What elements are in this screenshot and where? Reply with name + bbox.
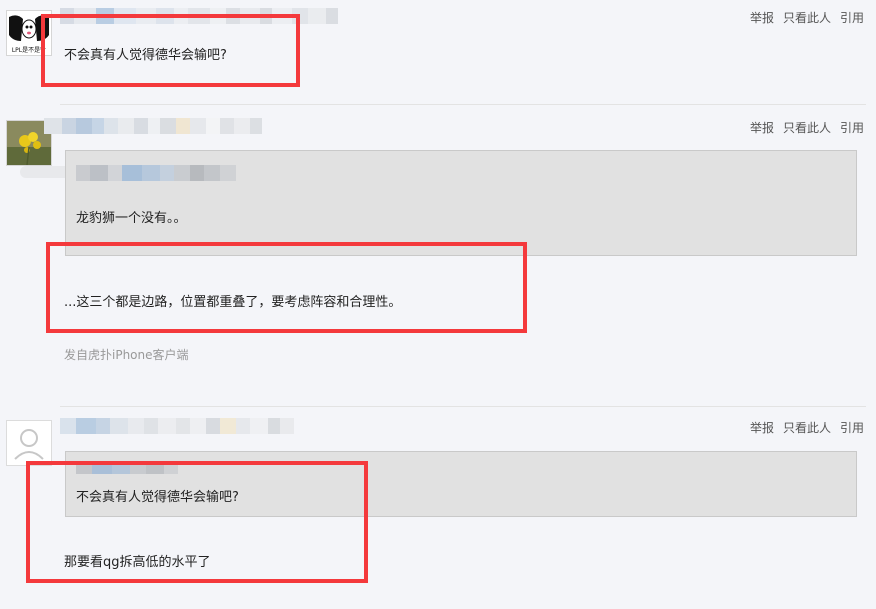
highlight-box: [26, 461, 368, 583]
only-this-user-link[interactable]: 只看此人: [783, 121, 831, 135]
username-blurred[interactable]: [60, 418, 294, 434]
quote-link[interactable]: 引用: [840, 121, 864, 135]
quoted-author-blurred[interactable]: [76, 165, 236, 181]
post-actions: 举报 只看此人 引用: [741, 119, 864, 136]
post-divider: [60, 104, 866, 105]
highlight-box: [41, 14, 300, 87]
client-source: 发自虎扑iPhone客户端: [64, 348, 189, 362]
quote-text: 龙豹狮一个没有。。: [76, 211, 187, 226]
report-link[interactable]: 举报: [750, 421, 774, 435]
post-divider: [60, 406, 866, 407]
quote-link[interactable]: 引用: [840, 11, 864, 25]
username-blurred[interactable]: [44, 118, 262, 134]
report-link[interactable]: 举报: [750, 121, 774, 135]
default-user-icon: [7, 421, 51, 465]
report-link[interactable]: 举报: [750, 11, 774, 25]
post-actions: 举报 只看此人 引用: [741, 9, 864, 26]
highlight-box: [46, 242, 527, 333]
only-this-user-link[interactable]: 只看此人: [783, 421, 831, 435]
post-actions: 举报 只看此人 引用: [741, 419, 864, 436]
quote-block: 龙豹狮一个没有。。: [65, 150, 857, 256]
quote-link[interactable]: 引用: [840, 421, 864, 435]
only-this-user-link[interactable]: 只看此人: [783, 11, 831, 25]
avatar[interactable]: [6, 420, 52, 466]
